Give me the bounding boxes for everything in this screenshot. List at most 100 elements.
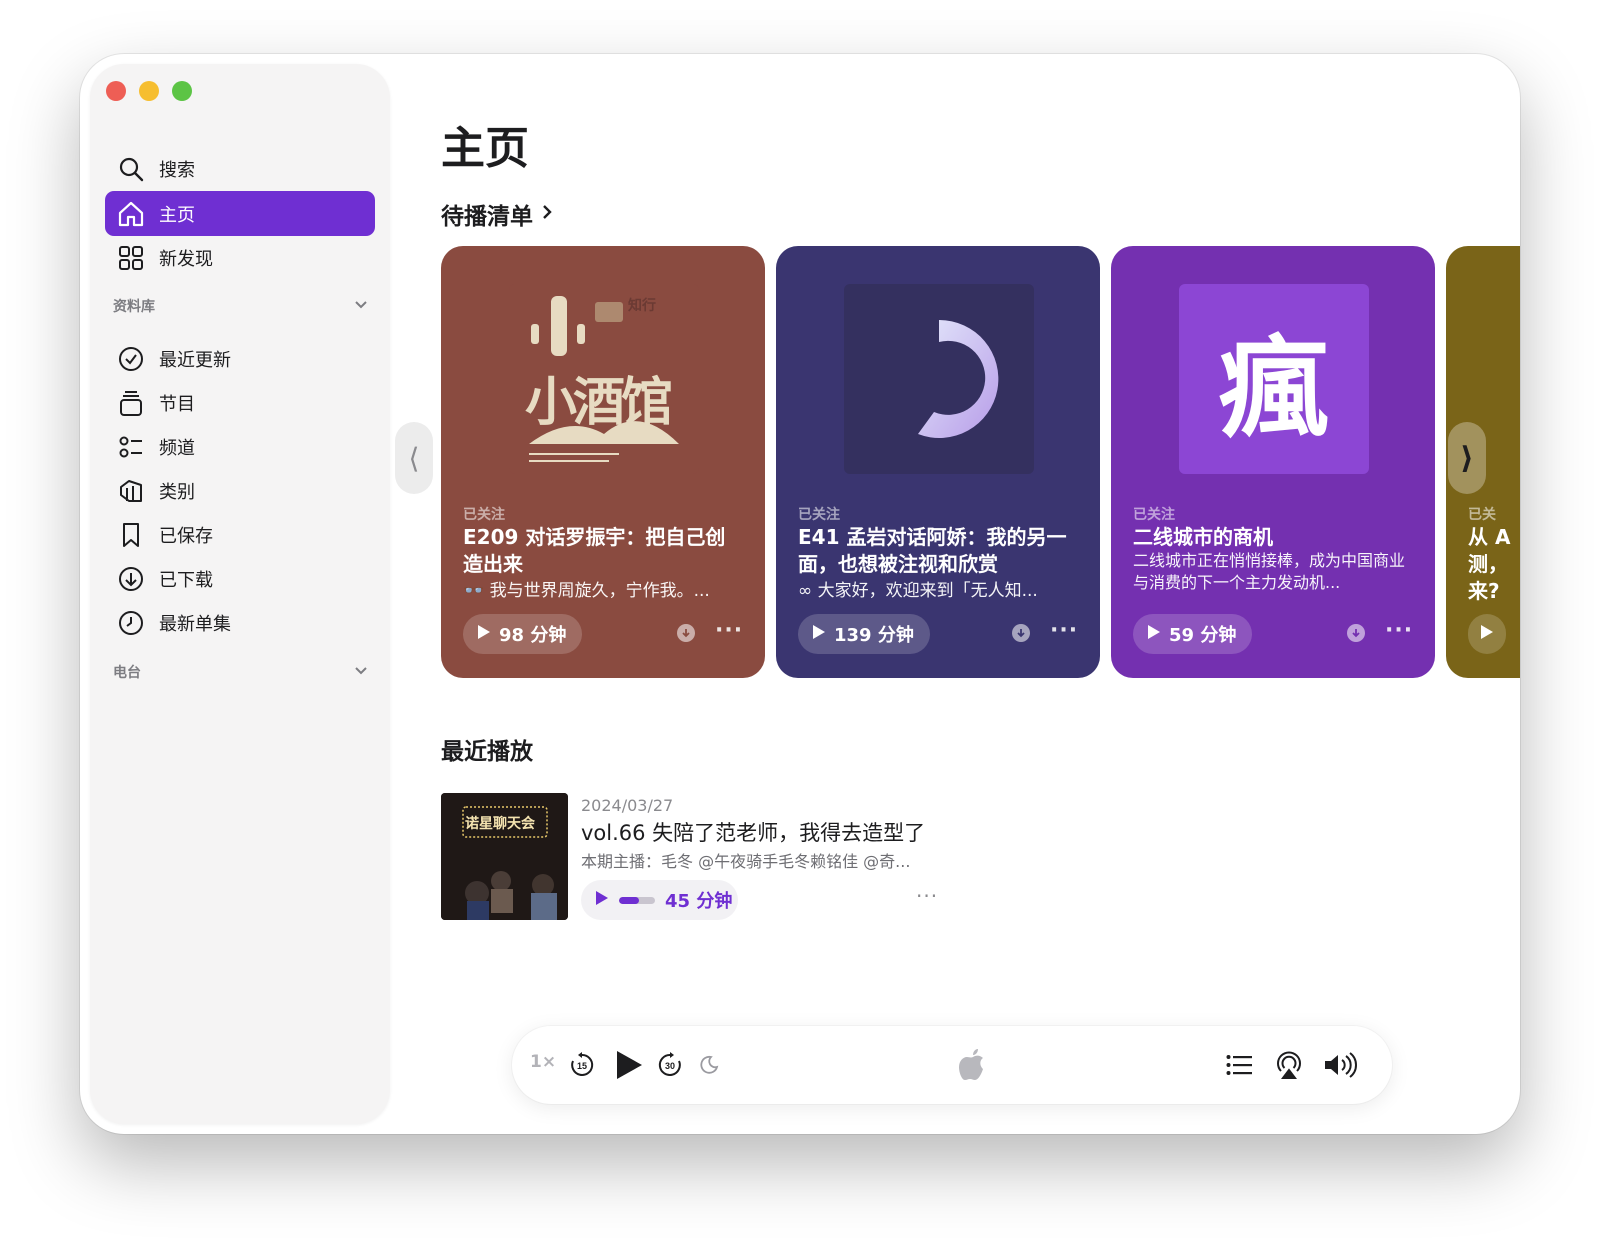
airplay-icon[interactable] bbox=[1274, 1050, 1304, 1080]
library-section-header[interactable]: 资料库 bbox=[113, 296, 368, 316]
play-episode-button[interactable]: 139 分钟 bbox=[798, 614, 930, 654]
sidebar-item-channels[interactable]: 频道 bbox=[105, 424, 375, 469]
bookmark-icon bbox=[115, 519, 147, 551]
checkmark-circle-icon bbox=[115, 343, 147, 375]
episode-title: 从 A 测，来? bbox=[1468, 525, 1511, 603]
episode-progress-bar bbox=[619, 896, 655, 904]
episode-card[interactable]: 小酒馆 知行 已关注 E209 对话罗振宇：把自己创造出来 👓 我与世界周旋久，… bbox=[441, 246, 765, 678]
skip-forward-label: 30 bbox=[665, 1061, 675, 1071]
sidebar-item-label: 类别 bbox=[159, 481, 195, 503]
podcast-artwork bbox=[844, 284, 1034, 474]
play-icon bbox=[812, 624, 826, 645]
queue-list-icon[interactable] bbox=[1225, 1052, 1253, 1078]
episode-title: E41 孟岩对话阿娇：我的另一面，也想被注视和欣赏 bbox=[798, 525, 1067, 576]
progress-fill bbox=[619, 896, 639, 904]
play-icon bbox=[1480, 624, 1494, 645]
resume-episode-button[interactable]: 45 分钟 bbox=[581, 880, 738, 920]
search-icon bbox=[115, 153, 147, 185]
episode-duration: 98 分钟 bbox=[499, 625, 567, 646]
play-episode-button[interactable]: 59 分钟 bbox=[1133, 614, 1253, 654]
sidebar-item-label: 已下载 bbox=[159, 569, 213, 591]
close-window-button[interactable] bbox=[106, 81, 126, 101]
episode-title[interactable]: vol.66 失陪了范老师，我得去造型了 bbox=[581, 817, 925, 847]
sidebar-item-saved[interactable]: 已保存 bbox=[105, 512, 375, 557]
download-icon[interactable] bbox=[1012, 624, 1030, 642]
artwork-title: 小酒馆 bbox=[525, 373, 673, 433]
episode-card[interactable]: 已关注 E41 孟岩对话阿娇：我的另一面，也想被注视和欣赏 ∞ 大家好，欢迎来到… bbox=[776, 246, 1100, 678]
play-episode-button[interactable]: 98 分钟 bbox=[463, 614, 583, 654]
volume-icon[interactable] bbox=[1322, 1050, 1358, 1080]
episode-card[interactable]: 瘋 已关注 二线城市的商机 二线城市正在悄悄接棒，成为中国商业与消费的下一个主力… bbox=[1111, 246, 1435, 678]
sleep-timer-icon[interactable] bbox=[698, 1054, 720, 1076]
sidebar-item-shows[interactable]: 节目 bbox=[105, 380, 375, 425]
recently-played-header: 最近播放 bbox=[441, 732, 533, 766]
window-controls bbox=[106, 81, 192, 101]
clock-icon bbox=[115, 607, 147, 639]
skip-forward-30-button[interactable]: 30 bbox=[656, 1051, 684, 1079]
sidebar-item-label: 新发现 bbox=[159, 248, 213, 270]
episode-description: ∞ 大家好，欢迎来到「无人知... bbox=[798, 581, 1038, 601]
play-icon bbox=[477, 624, 491, 645]
up-next-title: 待播清单 bbox=[441, 204, 533, 230]
episode-title: E209 对话罗振宇：把自己创造出来 bbox=[463, 525, 726, 576]
download-icon[interactable] bbox=[677, 624, 695, 642]
sidebar-item-label: 搜索 bbox=[159, 159, 195, 181]
category-icon bbox=[115, 475, 147, 507]
followed-label: 已关 bbox=[1468, 507, 1496, 523]
grid-icon bbox=[115, 242, 147, 274]
download-icon[interactable] bbox=[1347, 624, 1365, 642]
sidebar-item-home[interactable]: 主页 bbox=[105, 191, 375, 236]
chevron-left-icon: ⟨ bbox=[408, 441, 420, 475]
page-title: 主页 bbox=[441, 123, 529, 174]
sidebar-item-label: 最近更新 bbox=[159, 349, 231, 371]
apple-logo-icon bbox=[956, 1046, 990, 1084]
episode-duration: 59 分钟 bbox=[1169, 625, 1237, 646]
episode-description: 二线城市正在悄悄接棒，成为中国商业与消费的下一个主力发动机... bbox=[1133, 551, 1406, 592]
skip-back-label: 15 bbox=[577, 1061, 587, 1071]
stack-icon bbox=[115, 387, 147, 419]
play-episode-button[interactable] bbox=[1468, 614, 1506, 654]
sidebar-item-search[interactable]: 搜索 bbox=[105, 146, 375, 191]
episode-artwork[interactable]: 诺星聊天会 bbox=[441, 793, 568, 920]
more-options-icon[interactable]: ··· bbox=[1050, 618, 1078, 643]
sidebar-item-latest-episodes[interactable]: 最新单集 bbox=[105, 600, 375, 645]
episode-date: 2024/03/27 bbox=[581, 796, 674, 815]
minimize-window-button[interactable] bbox=[139, 81, 159, 101]
play-icon bbox=[595, 890, 609, 911]
playback-speed-button[interactable]: 1× bbox=[530, 1052, 556, 1072]
sidebar-item-downloaded[interactable]: 已下载 bbox=[105, 556, 375, 601]
list-icon bbox=[115, 431, 147, 463]
sidebar-collapse-button[interactable]: ⟨ bbox=[395, 422, 433, 494]
play-icon bbox=[1147, 624, 1161, 645]
episode-title: 二线城市的商机 bbox=[1133, 525, 1273, 549]
episode-duration: 45 分钟 bbox=[665, 891, 733, 912]
recently-played-title: 最近播放 bbox=[441, 739, 533, 765]
sidebar-item-label: 最新单集 bbox=[159, 613, 231, 635]
more-options-icon[interactable]: ··· bbox=[1385, 618, 1413, 643]
radio-section-header[interactable]: 电台 bbox=[113, 662, 368, 682]
sidebar-item-recently-updated[interactable]: 最近更新 bbox=[105, 336, 375, 381]
play-button[interactable] bbox=[612, 1048, 646, 1082]
followed-label: 已关注 bbox=[463, 507, 505, 523]
artwork-badge: 知行 bbox=[628, 298, 656, 314]
sidebar-item-label: 频道 bbox=[159, 437, 195, 459]
chevron-down-icon bbox=[354, 664, 368, 680]
sidebar: 搜索 主页 新发现 资料库 最近更新 节目 频道 类别 已保存 已下载 最新单集… bbox=[90, 64, 390, 1124]
home-icon bbox=[115, 198, 147, 230]
maximize-window-button[interactable] bbox=[172, 81, 192, 101]
chevron-right-icon bbox=[541, 201, 553, 227]
episode-description: 本期主播：毛冬 @午夜骑手毛冬赖铭佳 @奇... bbox=[581, 852, 911, 871]
scroll-next-button[interactable]: ⟩ bbox=[1448, 422, 1486, 494]
more-options-icon[interactable]: ··· bbox=[916, 884, 938, 908]
episode-description: 👓 我与世界周旋久，宁作我。... bbox=[463, 581, 710, 601]
sidebar-item-label: 已保存 bbox=[159, 525, 213, 547]
skip-back-15-button[interactable]: 15 bbox=[568, 1051, 596, 1079]
up-next-header[interactable]: 待播清单 bbox=[441, 197, 553, 231]
sidebar-item-categories[interactable]: 类别 bbox=[105, 468, 375, 513]
radio-header-label: 电台 bbox=[113, 665, 141, 681]
more-options-icon[interactable]: ··· bbox=[715, 618, 743, 643]
podcast-artwork: 瘋 bbox=[1179, 284, 1369, 474]
download-circle-icon bbox=[115, 563, 147, 595]
sidebar-item-browse[interactable]: 新发现 bbox=[105, 235, 375, 280]
sidebar-item-label: 节目 bbox=[159, 393, 195, 415]
